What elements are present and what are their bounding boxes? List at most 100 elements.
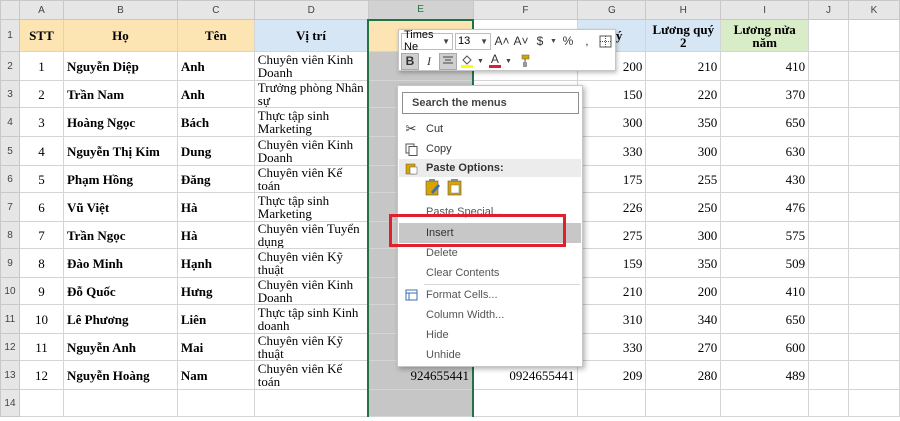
cell-ten[interactable]: Liên: [176, 304, 255, 334]
column-header-j[interactable]: J: [808, 0, 850, 20]
cell-q3[interactable]: 575: [720, 221, 810, 249]
cell-stt[interactable]: 8: [18, 248, 64, 278]
cell-ten[interactable]: [176, 389, 255, 417]
cell-ten[interactable]: Tên: [176, 19, 255, 52]
cell-q2[interactable]: 350: [645, 107, 722, 137]
cell-q1[interactable]: [577, 389, 647, 417]
cell-vitri[interactable]: Chuyên viên Tuyển dụng: [253, 221, 369, 249]
cell-stt[interactable]: 11: [18, 333, 64, 361]
align-center-button[interactable]: [439, 52, 457, 70]
cell-vitri[interactable]: Chuyên viên Kế toán: [253, 165, 369, 193]
cell-q3[interactable]: 600: [720, 333, 810, 361]
cell-ho[interactable]: Họ: [62, 19, 178, 52]
increase-font-button[interactable]: A˄: [493, 33, 511, 50]
currency-button[interactable]: $: [531, 33, 549, 50]
cell-vitri[interactable]: Chuyên viên Kinh Doanh: [253, 277, 369, 305]
row-header[interactable]: 2: [0, 51, 20, 81]
cell-q3[interactable]: 476: [720, 192, 810, 222]
cell-vitri[interactable]: Vị trí: [253, 19, 369, 52]
column-header-f[interactable]: F: [472, 0, 579, 20]
column-header-c[interactable]: C: [176, 0, 255, 20]
column-header-g[interactable]: G: [577, 0, 647, 20]
cell-q3[interactable]: 370: [720, 80, 810, 108]
cell-q2[interactable]: 200: [645, 277, 722, 305]
cell-stt[interactable]: 9: [18, 277, 64, 305]
cell-q3[interactable]: 630: [720, 136, 810, 166]
menu-item-hide[interactable]: Hide: [399, 325, 581, 345]
row-header[interactable]: 9: [0, 248, 20, 278]
cell-q1[interactable]: 330: [577, 333, 647, 361]
row-header[interactable]: 13: [0, 360, 20, 390]
cell-j[interactable]: [808, 248, 850, 278]
cell-ho[interactable]: Vũ Việt: [62, 192, 178, 222]
cell-q1[interactable]: 226: [577, 192, 647, 222]
cell-ho[interactable]: Nguyễn Anh: [62, 333, 178, 361]
cell-ten[interactable]: Bách: [176, 107, 255, 137]
cell-q3[interactable]: 489: [720, 360, 810, 390]
cell-j[interactable]: [808, 221, 850, 249]
menu-item-unhide[interactable]: Unhide: [399, 345, 581, 365]
menu-item-copy[interactable]: Copy: [399, 139, 581, 159]
row-header[interactable]: 6: [0, 165, 20, 193]
cell-sdt[interactable]: [472, 389, 579, 417]
cell-k[interactable]: [848, 333, 900, 361]
format-painter-button[interactable]: [514, 53, 532, 70]
cell-k[interactable]: [848, 389, 900, 417]
cell-ten[interactable]: Hà: [176, 192, 255, 222]
cell-ten[interactable]: Anh: [176, 80, 255, 108]
cell-j[interactable]: [808, 107, 850, 137]
column-header-d[interactable]: D: [253, 0, 369, 20]
cell-vitri[interactable]: Thực tập sinh Marketing: [253, 192, 369, 222]
menu-item-clear-contents[interactable]: Clear Contents: [399, 263, 581, 283]
cell-k[interactable]: [848, 248, 900, 278]
cell-k[interactable]: [848, 221, 900, 249]
cell-ten[interactable]: Hạnh: [176, 248, 255, 278]
cell-stt[interactable]: STT: [18, 19, 64, 52]
cell-ho[interactable]: Nguyễn Diệp: [62, 51, 178, 81]
column-header-a[interactable]: A: [18, 0, 64, 20]
cell-vitri[interactable]: Chuyên viên Kinh Doanh: [253, 136, 369, 166]
cell-q1[interactable]: 275: [577, 221, 647, 249]
cell-q1[interactable]: 150: [577, 80, 647, 108]
menu-item-cut[interactable]: ✂ Cut: [399, 119, 581, 139]
row-header[interactable]: 14: [0, 389, 20, 417]
cell-q1[interactable]: 310: [577, 304, 647, 334]
cell-vitri[interactable]: [253, 389, 369, 417]
cell-j[interactable]: [808, 389, 850, 417]
chevron-down-icon[interactable]: ▼: [477, 58, 484, 65]
cell-stt[interactable]: 1: [18, 51, 64, 81]
percent-button[interactable]: %: [559, 33, 577, 50]
cell-j[interactable]: [808, 333, 850, 361]
cell-ho[interactable]: Trần Nam: [62, 80, 178, 108]
cell-ten[interactable]: Anh: [176, 51, 255, 81]
cell-stt[interactable]: 2: [18, 80, 64, 108]
cell-q3[interactable]: [720, 389, 810, 417]
font-name-combo[interactable]: Times Ne ▼: [401, 29, 453, 53]
cell-k[interactable]: [848, 304, 900, 334]
cell-vitri[interactable]: Chuyên viên Kế toán: [253, 360, 369, 390]
cell-ho[interactable]: [62, 389, 178, 417]
paste-button[interactable]: [446, 177, 464, 197]
cell-q1[interactable]: 300: [577, 107, 647, 137]
cell-stt[interactable]: 4: [18, 136, 64, 166]
font-size-combo[interactable]: 13 ▼: [455, 32, 491, 50]
cell-q3[interactable]: 509: [720, 248, 810, 278]
cell-ho[interactable]: Hoàng Ngọc: [62, 107, 178, 137]
cell-ten[interactable]: Mai: [176, 333, 255, 361]
cell-q3[interactable]: 650: [720, 304, 810, 334]
row-header[interactable]: 10: [0, 277, 20, 305]
bold-button[interactable]: B: [401, 52, 419, 70]
column-header-i[interactable]: I: [720, 0, 810, 20]
cell-q1[interactable]: 209: [577, 360, 647, 390]
cell-k[interactable]: [848, 80, 900, 108]
cell-stt[interactable]: 3: [18, 107, 64, 137]
cell-j[interactable]: [808, 277, 850, 305]
cell-j[interactable]: [808, 360, 850, 390]
cell-vitri[interactable]: Thực tập sinh Kinh doanh: [253, 304, 369, 334]
cell-q2[interactable]: 250: [645, 192, 722, 222]
cell-k[interactable]: [848, 19, 900, 52]
cell-q2[interactable]: 270: [645, 333, 722, 361]
column-header-e[interactable]: E: [367, 0, 474, 21]
cell-vitri[interactable]: Chuyên viên Kỹ thuật: [253, 333, 369, 361]
cell-q2[interactable]: 300: [645, 221, 722, 249]
